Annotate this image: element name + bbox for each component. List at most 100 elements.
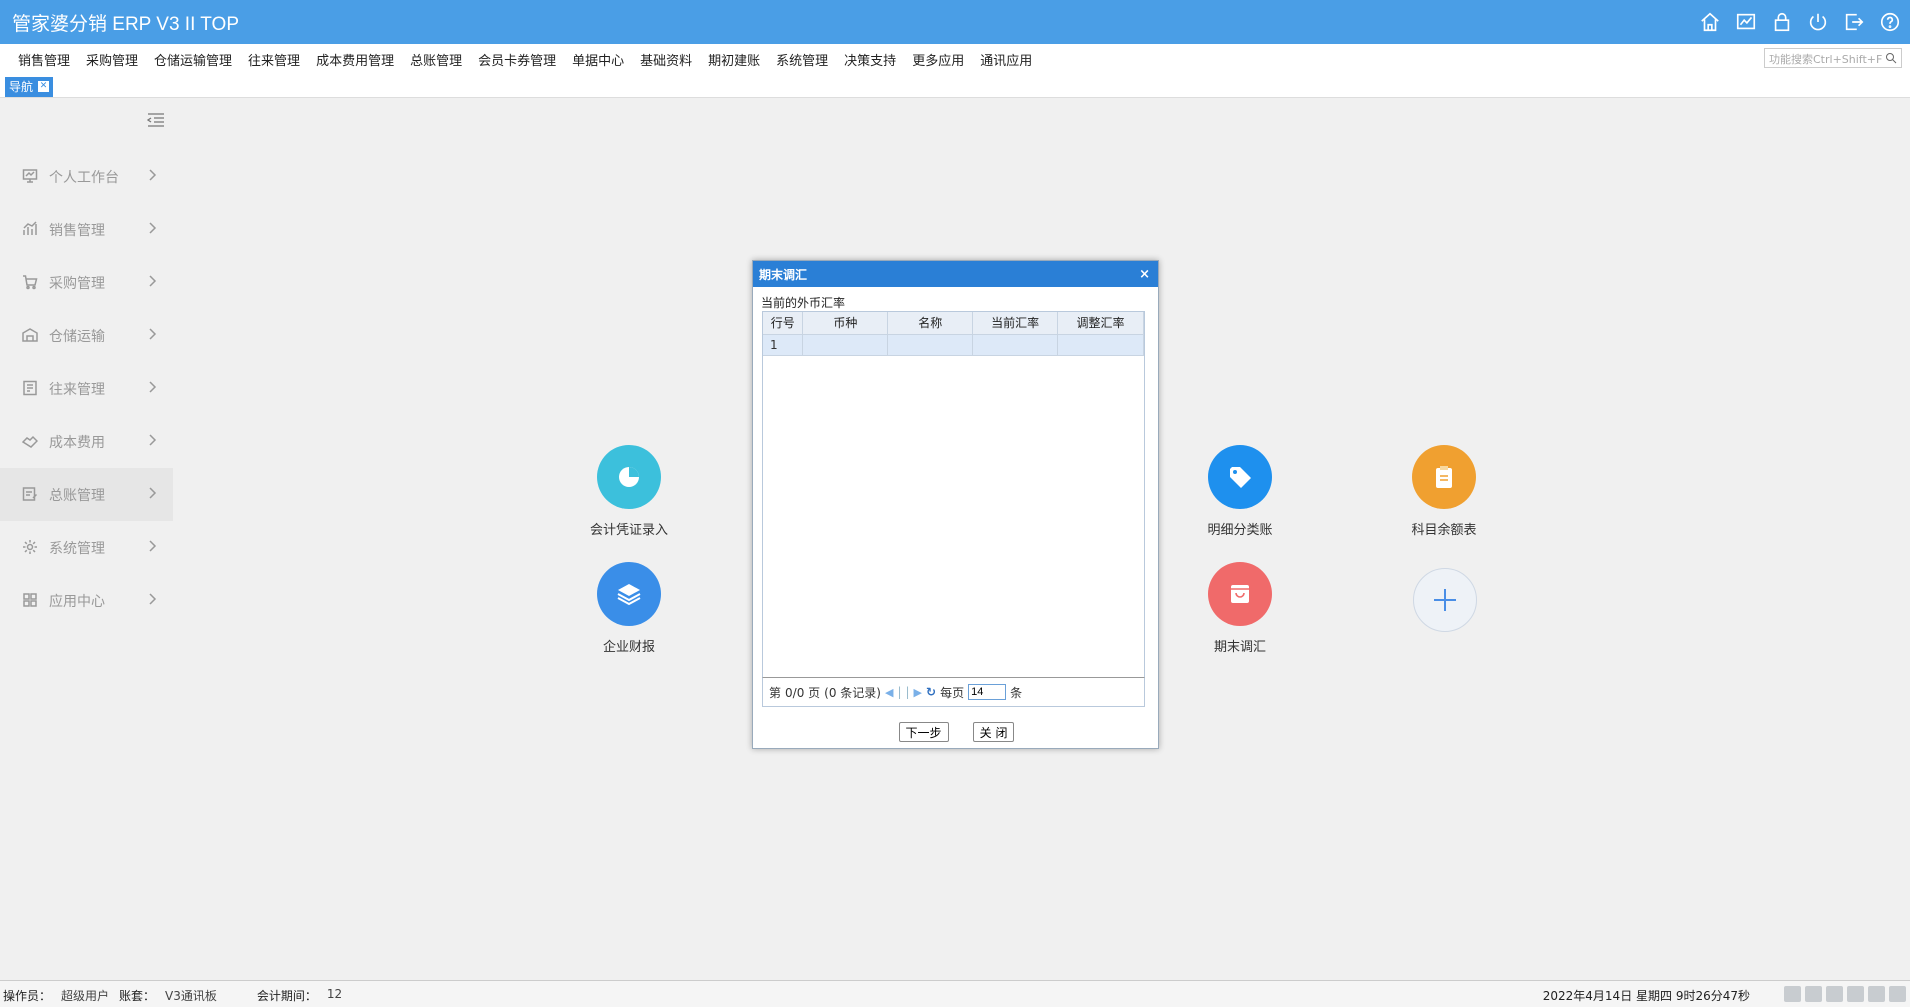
sidebar-item-workbench[interactable]: 个人工作台 — [0, 150, 173, 203]
lock-icon[interactable] — [1770, 10, 1794, 34]
period-value: 12 — [326, 987, 343, 1001]
menu-item-cost[interactable]: 成本费用管理 — [308, 50, 402, 69]
menu-item-sales[interactable]: 销售管理 — [10, 50, 78, 69]
warehouse-icon — [22, 327, 40, 345]
column-header[interactable]: 币种 — [802, 312, 889, 335]
refresh-icon[interactable]: ↻ — [926, 685, 936, 699]
shortcut-financial-report[interactable]: 企业财报 — [574, 562, 684, 655]
menu-bar: 销售管理 采购管理 仓储运输管理 往来管理 成本费用管理 总账管理 会员卡券管理… — [0, 44, 1910, 72]
chevron-right-icon — [147, 592, 157, 606]
sidebar-item-label: 往来管理 — [49, 381, 105, 398]
close-icon[interactable]: × — [1139, 267, 1150, 282]
shortcut-label: 科目余额表 — [1411, 523, 1477, 538]
home-small-icon[interactable] — [1889, 986, 1906, 1002]
tab-navigation[interactable]: 导航 ✕ — [5, 77, 54, 97]
message-icon[interactable] — [1784, 986, 1801, 1002]
tag-icon — [1208, 445, 1272, 509]
apps-icon[interactable] — [1868, 986, 1885, 1002]
column-header[interactable]: 行号 — [763, 312, 804, 335]
menu-item-membership[interactable]: 会员卡券管理 — [470, 50, 564, 69]
tab-close-icon[interactable]: ✕ — [38, 81, 50, 92]
sidebar-item-system[interactable]: 系统管理 — [0, 521, 173, 574]
help-icon[interactable] — [1878, 10, 1902, 34]
shortcut-label: 期末调汇 — [1213, 640, 1266, 655]
plus-icon — [1413, 568, 1477, 632]
sidebar-item-warehouse[interactable]: 仓储运输 — [0, 309, 173, 362]
menu-item-comm-apps[interactable]: 通讯应用 — [972, 50, 1040, 69]
menu-item-more-apps[interactable]: 更多应用 — [904, 50, 972, 69]
shortcut-voucher-entry[interactable]: 会计凭证录入 — [574, 445, 684, 538]
tab-label: 导航 — [9, 80, 34, 94]
table-cell[interactable] — [887, 334, 974, 356]
menu-item-ledger[interactable]: 总账管理 — [402, 50, 470, 69]
shortcut-label: 会计凭证录入 — [589, 523, 668, 538]
prev-page-icon[interactable]: ◀ — [885, 686, 893, 699]
menu-item-opening[interactable]: 期初建账 — [700, 50, 768, 69]
shortcut-period-exchange[interactable]: 期末调汇 — [1185, 562, 1295, 655]
power-icon[interactable] — [1806, 10, 1830, 34]
ledger-icon — [22, 486, 40, 504]
shortcut-label: 企业财报 — [602, 640, 655, 655]
pager: 第 0/0 页 (0 条记录) ◀ | | ▶ ↻ 每页 条 — [762, 677, 1145, 707]
title-bar: 管家婆分销 ERP V3 II TOP — [0, 0, 1910, 44]
layers-icon — [597, 562, 661, 626]
menu-item-system[interactable]: 系统管理 — [768, 50, 836, 69]
menu-item-purchase[interactable]: 采购管理 — [78, 50, 146, 69]
column-header[interactable]: 当前汇率 — [972, 312, 1059, 335]
search-icon — [1886, 53, 1897, 64]
chevron-right-icon — [147, 539, 157, 553]
shortcut-label: 明细分类账 — [1207, 523, 1273, 538]
table-cell[interactable] — [802, 334, 889, 356]
per-page-unit: 条 — [1010, 685, 1023, 700]
chevron-right-icon — [147, 274, 157, 288]
app-title: 管家婆分销 ERP V3 II TOP — [12, 14, 240, 35]
next-page-icon[interactable]: ▶ — [914, 686, 922, 699]
close-button[interactable]: 关 闭 — [972, 722, 1015, 742]
calendar-icon[interactable] — [1826, 986, 1843, 1002]
pie-chart-icon — [597, 445, 661, 509]
sidebar-item-label: 仓储运输 — [49, 328, 105, 345]
sidebar-item-purchase[interactable]: 采购管理 — [0, 256, 173, 309]
chevron-right-icon — [147, 221, 157, 235]
divider: | — [905, 685, 910, 699]
sidebar-item-app-center[interactable]: 应用中心 — [0, 574, 173, 627]
table-cell[interactable]: 1 — [763, 334, 804, 356]
grid-view-icon[interactable] — [1847, 986, 1864, 1002]
logout-icon[interactable] — [1842, 10, 1866, 34]
table-row[interactable]: 1 — [763, 334, 1144, 356]
tab-strip: 导航 ✕ — [0, 72, 1910, 98]
chart-icon[interactable] — [1734, 10, 1758, 34]
sidebar-item-sales[interactable]: 销售管理 — [0, 203, 173, 256]
menu-item-decision[interactable]: 决策支持 — [836, 50, 904, 69]
menu-item-documents[interactable]: 单据中心 — [564, 50, 632, 69]
per-page-input[interactable] — [968, 684, 1007, 700]
add-shortcut-button[interactable] — [1390, 568, 1500, 632]
sidebar: 个人工作台 销售管理 采购管理 仓储运输 往来管理 成本费用 总账管理 系统管理… — [0, 100, 173, 630]
dialog-subtitle: 当前的外币汇率 — [761, 296, 846, 310]
sidebar-item-ledger[interactable]: 总账管理 — [0, 468, 173, 521]
sidebar-item-label: 总账管理 — [49, 487, 105, 504]
table-cell[interactable] — [972, 334, 1059, 356]
sidebar-item-accounts[interactable]: 往来管理 — [0, 362, 173, 415]
collapse-menu-icon[interactable] — [147, 112, 165, 128]
home-icon[interactable] — [1698, 10, 1722, 34]
column-header[interactable]: 调整汇率 — [1057, 312, 1144, 335]
next-step-button[interactable]: 下一步 — [898, 722, 949, 742]
notepad-icon[interactable] — [1805, 986, 1822, 1002]
menu-item-accounts[interactable]: 往来管理 — [240, 50, 308, 69]
period-label: 会计期间： — [256, 989, 317, 1003]
sidebar-item-label: 系统管理 — [49, 540, 105, 557]
search-placeholder: 功能搜索Ctrl+Shift+F — [1769, 53, 1883, 66]
table-cell[interactable] — [1057, 334, 1144, 356]
sidebar-item-label: 成本费用 — [49, 434, 105, 451]
sidebar-item-cost[interactable]: 成本费用 — [0, 415, 173, 468]
grid-header-row: 行号 币种 名称 当前汇率 调整汇率 — [763, 312, 1144, 335]
column-header[interactable]: 名称 — [887, 312, 974, 335]
shopping-bag-icon — [1208, 562, 1272, 626]
menu-item-warehouse[interactable]: 仓储运输管理 — [146, 50, 240, 69]
sidebar-item-label: 应用中心 — [49, 593, 105, 610]
function-search-input[interactable]: 功能搜索Ctrl+Shift+F — [1764, 48, 1902, 68]
shortcut-balance-sheet[interactable]: 科目余额表 — [1389, 445, 1499, 538]
shortcut-detail-ledger[interactable]: 明细分类账 — [1185, 445, 1295, 538]
menu-item-basic-data[interactable]: 基础资料 — [632, 50, 700, 69]
